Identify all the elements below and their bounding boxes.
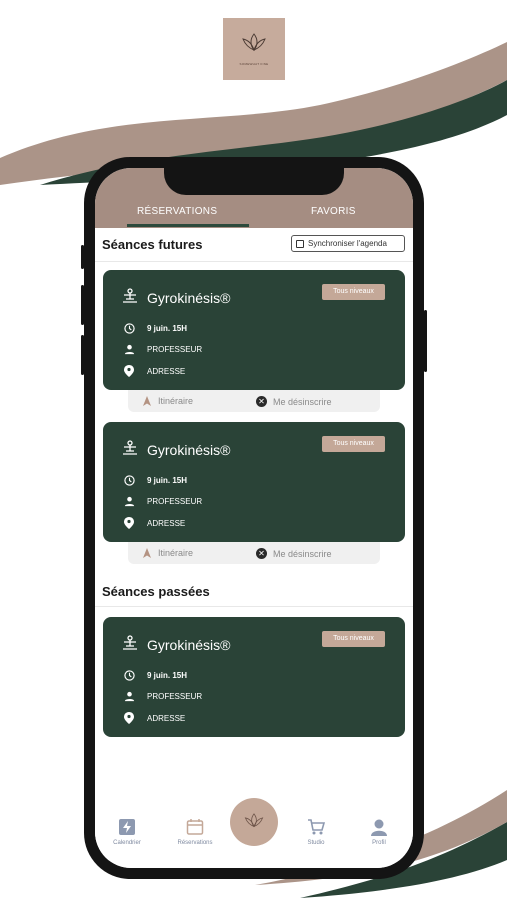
- person-icon: [124, 496, 134, 507]
- fitness-icon: [123, 440, 137, 455]
- nav-label: Profil: [372, 840, 386, 846]
- person-icon: [124, 691, 134, 702]
- lotus-icon: [244, 813, 264, 828]
- itinerary-label: Itinéraire: [158, 396, 194, 406]
- level-badge: Tous niveaux: [322, 436, 385, 452]
- phone-side-button: [424, 310, 427, 372]
- home-center-button[interactable]: [230, 798, 278, 846]
- phone-side-button: [81, 335, 84, 375]
- brand-logo: SOMEWHAT FINE: [223, 18, 285, 80]
- location-pin-icon: [124, 365, 134, 377]
- unsubscribe-button[interactable]: ✕ Me désinscrire: [256, 548, 332, 559]
- clock-icon: [123, 475, 135, 486]
- nav-item-profil[interactable]: Profil: [349, 818, 409, 846]
- calendar-icon: [296, 239, 304, 248]
- close-circle-icon: ✕: [256, 396, 267, 407]
- session-teacher: PROFESSEUR: [147, 497, 203, 506]
- calendar-icon: [186, 819, 204, 835]
- session-date: 9 juin. 15H: [147, 324, 188, 333]
- itinerary-label: Itinéraire: [158, 548, 194, 558]
- session-actions: Itinéraire ✕ Me désinscrire: [128, 390, 380, 412]
- fitness-icon: [123, 288, 137, 303]
- nav-item-calendrier[interactable]: Calendrier: [97, 818, 157, 846]
- person-icon: [124, 344, 134, 355]
- cart-icon: [308, 819, 325, 835]
- session-title: Gyrokinésis®: [147, 442, 231, 458]
- session-teacher-row: PROFESSEUR: [123, 496, 202, 507]
- session-address: ADRESSE: [147, 366, 186, 376]
- bolt-icon: [119, 819, 135, 835]
- session-teacher-row: PROFESSEUR: [123, 344, 202, 355]
- sync-calendar-label: Synchroniser l'agenda: [308, 239, 387, 248]
- session-date-row: 9 juin. 15H: [123, 323, 187, 334]
- clock-icon: [123, 323, 135, 334]
- session-date-row: 9 juin. 15H: [123, 670, 187, 681]
- unsubscribe-label: Me désinscrire: [273, 548, 332, 559]
- tab-reservations[interactable]: RÉSERVATIONS: [137, 206, 217, 217]
- nav-item-reservations[interactable]: Réservations: [165, 818, 225, 846]
- session-title: Gyrokinésis®: [147, 637, 231, 653]
- session-date: 9 juin. 15H: [147, 476, 188, 485]
- level-badge: Tous niveaux: [322, 631, 385, 647]
- logo-text: SOMEWHAT FINE: [239, 62, 269, 66]
- phone-side-button: [81, 285, 84, 325]
- lotus-icon: [242, 33, 266, 51]
- tab-favorites[interactable]: FAVORIS: [311, 206, 356, 217]
- bottom-nav: Calendrier Réservations Studio Profil: [95, 798, 413, 868]
- session-teacher-row: PROFESSEUR: [123, 691, 202, 702]
- location-pin-icon: [124, 517, 134, 529]
- nav-item-studio[interactable]: Studio: [286, 818, 346, 846]
- phone-notch: [164, 157, 344, 195]
- section-divider: [95, 261, 413, 262]
- session-address-row: ADRESSE: [123, 365, 185, 377]
- session-date: 9 juin. 15H: [147, 671, 188, 680]
- session-address: ADRESSE: [147, 518, 186, 528]
- past-sessions-title: Séances passées: [102, 584, 210, 599]
- session-card[interactable]: Gyrokinésis® Tous niveaux 9 juin. 15H PR…: [103, 617, 405, 737]
- session-actions: Itinéraire ✕ Me désinscrire: [128, 542, 380, 564]
- session-address-row: ADRESSE: [123, 712, 185, 724]
- session-title: Gyrokinésis®: [147, 290, 231, 306]
- itinerary-button[interactable]: Itinéraire: [142, 548, 193, 558]
- itinerary-button[interactable]: Itinéraire: [142, 396, 193, 406]
- session-address: ADRESSE: [147, 713, 186, 723]
- app-screen: RÉSERVATIONS FAVORIS Séances futures Syn…: [95, 168, 413, 868]
- session-card[interactable]: Gyrokinésis® Tous niveaux 9 juin. 15H PR…: [103, 422, 405, 542]
- section-divider: [95, 606, 413, 607]
- sync-calendar-button[interactable]: Synchroniser l'agenda: [291, 235, 405, 252]
- future-sessions-title: Séances futures: [102, 237, 203, 252]
- fitness-icon: [123, 635, 137, 650]
- unsubscribe-button[interactable]: ✕ Me désinscrire: [256, 396, 332, 407]
- session-teacher: PROFESSEUR: [147, 345, 203, 354]
- session-date-row: 9 juin. 15H: [123, 475, 187, 486]
- level-badge: Tous niveaux: [322, 284, 385, 300]
- unsubscribe-label: Me désinscrire: [273, 396, 332, 407]
- nav-label: Réservations: [177, 840, 213, 846]
- user-icon: [371, 819, 387, 836]
- nav-label: Calendrier: [113, 840, 141, 846]
- nav-label: Studio: [307, 840, 325, 846]
- active-tab-indicator: [127, 224, 249, 227]
- clock-icon: [123, 670, 135, 681]
- phone-side-button: [81, 245, 84, 269]
- navigation-arrow-icon: [143, 548, 151, 558]
- navigation-arrow-icon: [143, 396, 151, 406]
- session-card[interactable]: Gyrokinésis® Tous niveaux 9 juin. 15H PR…: [103, 270, 405, 390]
- session-teacher: PROFESSEUR: [147, 692, 203, 701]
- location-pin-icon: [124, 712, 134, 724]
- session-address-row: ADRESSE: [123, 517, 185, 529]
- close-circle-icon: ✕: [256, 548, 267, 559]
